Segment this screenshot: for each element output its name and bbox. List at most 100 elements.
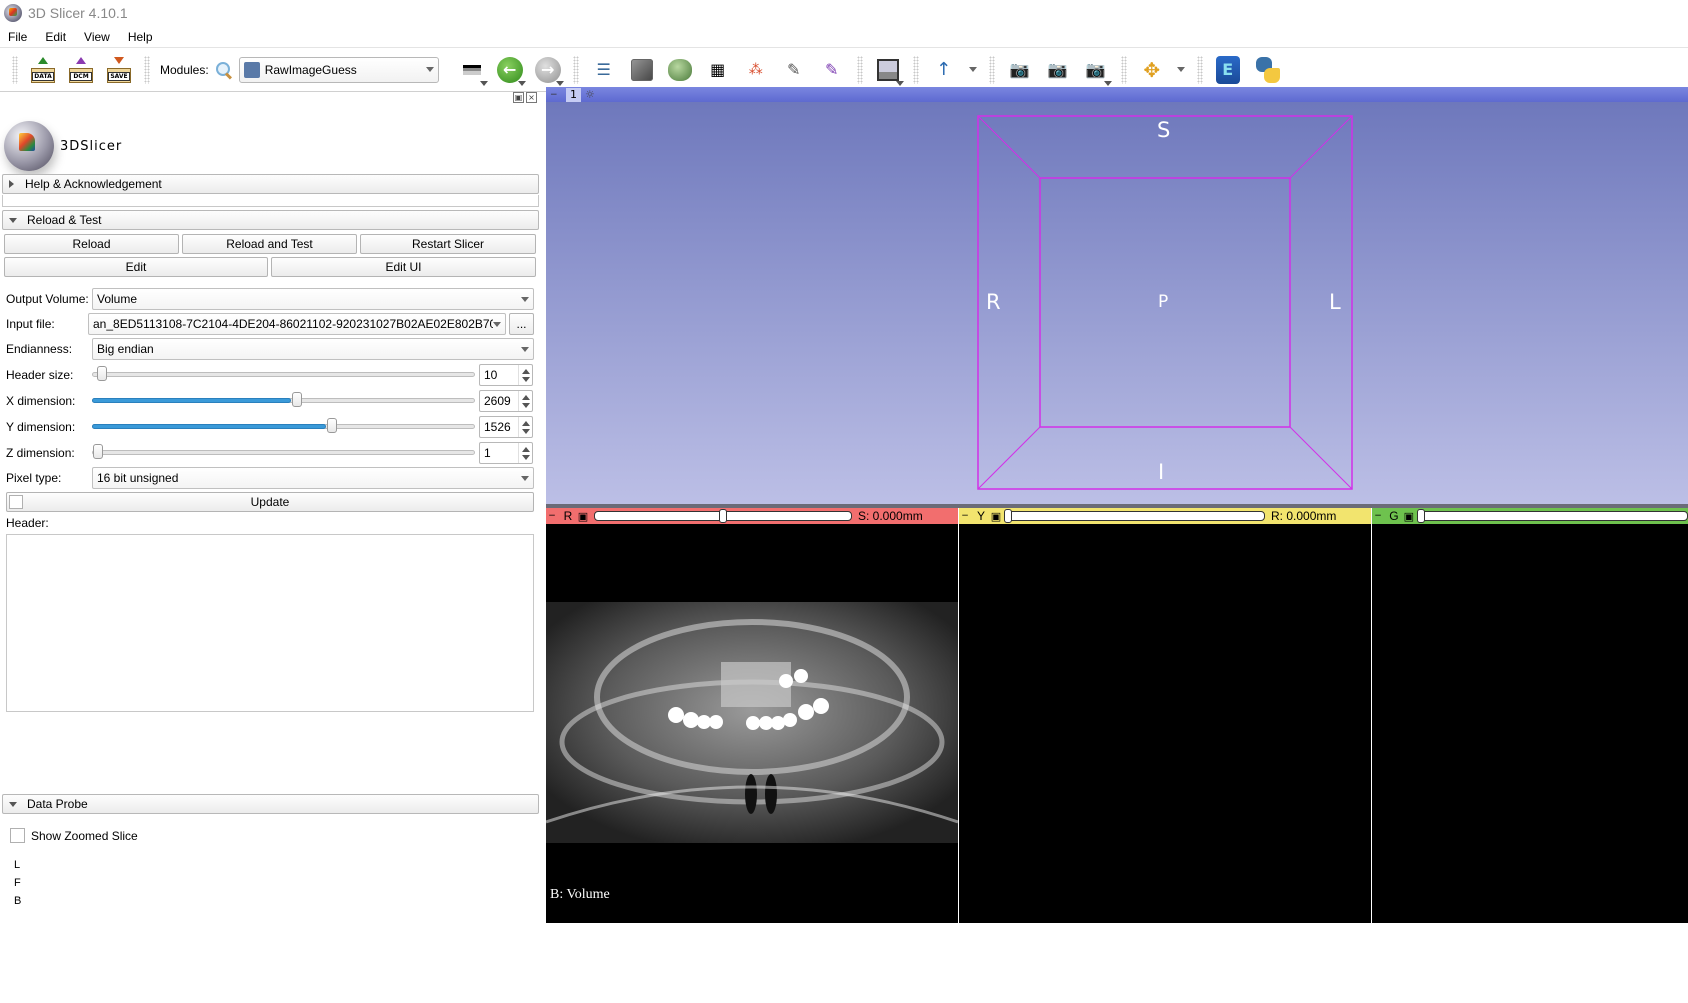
menu-view[interactable]: View (82, 29, 112, 45)
pin-icon[interactable]: − (1372, 511, 1384, 521)
menu-edit[interactable]: Edit (43, 29, 68, 45)
spinbox-arrows[interactable] (518, 417, 532, 437)
editor-module-button[interactable]: ✎ (815, 53, 849, 87)
load-dicom-button[interactable]: DCM (64, 53, 98, 87)
transforms-module-button[interactable]: ▦ (701, 53, 735, 87)
spinbox-arrows[interactable] (518, 391, 532, 411)
spinbox-arrows[interactable] (518, 443, 532, 463)
input-file-selector[interactable]: an_8ED5113108-7C2104-4DE204-86021102-920… (88, 313, 506, 335)
edit-button[interactable]: Edit (4, 257, 268, 277)
reload-button[interactable]: Reload (4, 234, 179, 254)
slider-handle[interactable] (719, 509, 727, 523)
mouse-mode-menu[interactable] (965, 53, 981, 87)
slider-handle[interactable] (1416, 509, 1425, 523)
update-button[interactable]: Update (6, 492, 534, 512)
yellow-slice-view[interactable] (959, 524, 1371, 923)
spin-up-icon[interactable] (521, 368, 530, 374)
spin-down-icon[interactable] (521, 402, 530, 408)
spin-up-icon[interactable] (521, 394, 530, 400)
python-console-button[interactable] (1249, 53, 1283, 87)
toolbar-grip[interactable] (572, 55, 579, 84)
toolbar-grip[interactable] (1196, 55, 1203, 84)
toolbar-grip[interactable] (912, 55, 919, 84)
endianness-selector[interactable]: Big endian (92, 338, 534, 360)
yellow-slice-offset-slider[interactable] (1004, 509, 1265, 523)
slice-options-icon[interactable]: ▣ (989, 510, 1003, 523)
module-search-icon[interactable] (215, 61, 233, 79)
slice-options-icon[interactable]: ▣ (1402, 510, 1416, 523)
spin-up-icon[interactable] (521, 420, 530, 426)
spin-up-icon[interactable] (521, 446, 530, 452)
red-slice-view[interactable]: B: Volume (546, 524, 958, 923)
section-help-acknowledgement[interactable]: Help & Acknowledgement (2, 174, 539, 194)
spin-down-icon[interactable] (521, 454, 530, 460)
toolbar-grip[interactable] (856, 55, 863, 84)
y-dimension-slider[interactable] (92, 418, 475, 434)
pin-icon[interactable]: − (959, 511, 971, 521)
z-dimension-slider[interactable] (92, 444, 475, 460)
spin-down-icon[interactable] (521, 376, 530, 382)
menu-file[interactable]: File (6, 29, 29, 45)
save-button[interactable]: SAVE (102, 53, 136, 87)
extension-manager-button[interactable]: E (1211, 53, 1245, 87)
restart-slicer-button[interactable]: Restart Slicer (360, 234, 536, 254)
forward-button[interactable]: → (531, 53, 565, 87)
back-button[interactable]: ← (493, 53, 527, 87)
green-slice-offset-slider[interactable] (1416, 509, 1688, 523)
toolbar-grip[interactable] (144, 55, 150, 84)
forward-icon: → (534, 56, 561, 83)
y-dimension-spinbox[interactable]: 1526 (479, 416, 533, 438)
pixel-type-selector[interactable]: 16 bit unsigned (92, 467, 534, 489)
header-text-area[interactable] (6, 534, 534, 712)
scene-views-menu-button[interactable]: 📷 (1079, 53, 1113, 87)
toolbar-grip[interactable] (988, 55, 995, 84)
module-selector[interactable]: RawImageGuess (238, 56, 439, 83)
z-dimension-spinbox[interactable]: 1 (479, 442, 533, 464)
pin-icon[interactable]: − (550, 90, 560, 100)
pin-icon[interactable]: − (546, 511, 558, 521)
header-size-slider[interactable] (92, 366, 475, 382)
x-dimension-spinbox[interactable]: 2609 (479, 390, 533, 412)
slider-handle[interactable] (292, 392, 303, 407)
slider-handle[interactable] (96, 366, 107, 381)
slider-handle[interactable] (1004, 509, 1012, 523)
x-dimension-slider[interactable] (92, 392, 475, 408)
slider-handle[interactable] (93, 444, 103, 459)
menu-help[interactable]: Help (126, 29, 155, 45)
section-reload-test[interactable]: Reload & Test (2, 210, 539, 230)
models-module-button[interactable] (663, 53, 697, 87)
reload-and-test-button[interactable]: Reload and Test (182, 234, 357, 254)
layout-button[interactable] (871, 53, 905, 87)
show-zoomed-slice-checkbox[interactable] (10, 828, 25, 843)
edit-ui-button[interactable]: Edit UI (271, 257, 536, 277)
update-auto-checkbox[interactable] (9, 495, 23, 509)
close-icon[interactable]: × (526, 92, 537, 103)
screenshot-button[interactable]: 📷 (1003, 53, 1037, 87)
mouse-mode-button[interactable]: ↑ (927, 53, 961, 87)
output-volume-selector[interactable]: Volume (92, 288, 534, 310)
toolbar-grip[interactable] (12, 55, 18, 84)
slice-options-icon[interactable]: ▣ (576, 510, 590, 523)
view3d[interactable]: S I R L P (546, 102, 1688, 504)
scene-view-button[interactable]: 📷 (1041, 53, 1075, 87)
crosshair-menu[interactable] (1173, 53, 1189, 87)
toolbar-grip[interactable] (1120, 55, 1127, 84)
header-size-spinbox[interactable]: 10 (479, 364, 533, 386)
spinbox-arrows[interactable] (518, 365, 532, 385)
browse-file-button[interactable]: ... (509, 313, 534, 335)
view-settings-icon[interactable]: ☼ (585, 88, 595, 101)
section-data-probe[interactable]: Data Probe (2, 794, 539, 814)
slider-handle[interactable] (326, 418, 337, 433)
segment-editor-button[interactable]: ✎ (777, 53, 811, 87)
crosshair-button[interactable]: ✥ (1135, 53, 1169, 87)
markups-module-button[interactable]: ⁂ (739, 53, 773, 87)
xray-image (546, 602, 958, 843)
volumes-module-button[interactable] (625, 53, 659, 87)
red-slice-offset-slider[interactable] (594, 509, 852, 523)
data-module-button[interactable]: ☰ (587, 53, 621, 87)
load-data-button[interactable]: DATA (26, 53, 60, 87)
undock-icon[interactable]: ▣ (513, 92, 524, 103)
green-slice-view[interactable] (1372, 524, 1688, 923)
module-history-button[interactable] (455, 53, 489, 87)
spin-down-icon[interactable] (521, 428, 530, 434)
